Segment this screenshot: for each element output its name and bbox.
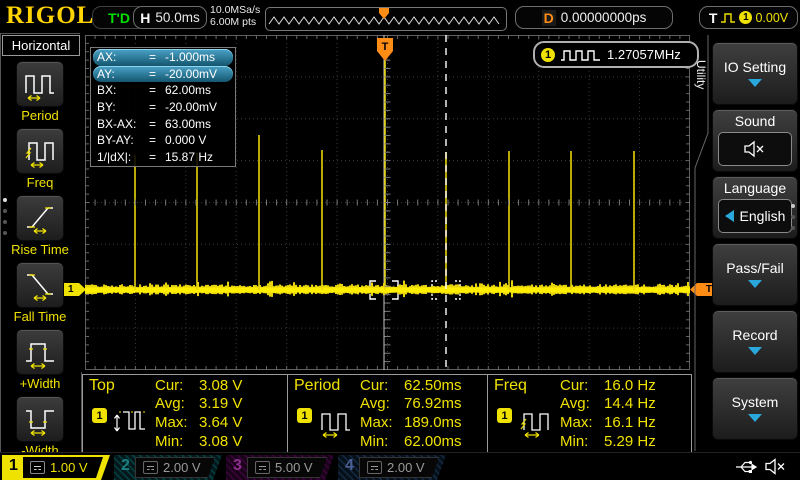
- right-page-dot-2: [791, 215, 795, 219]
- left-page-dot-4: [3, 231, 7, 235]
- trigger-status-text: T'D: [108, 10, 130, 26]
- channel-1-indicator[interactable]: 1 1.00 V: [2, 455, 110, 480]
- freq-measure-icon: [516, 403, 556, 441]
- measurement-box-top: Top 1 Cur:3.08 V Avg:3.19 V Max:3.64 V M…: [82, 374, 289, 453]
- chevron-down-icon: [748, 79, 762, 87]
- measurement-values: Cur:16.0 Hz Avg:14.4 Hz Max:16.1 Hz Min:…: [560, 376, 656, 450]
- usb-icon: [734, 458, 760, 476]
- channel-badge: 1: [497, 408, 512, 423]
- left-page-dot-2: [3, 209, 7, 213]
- hardware-frequency-counter: 1 1.27057MHz: [533, 41, 699, 68]
- chevron-left-icon: [725, 210, 734, 222]
- menu-item-period[interactable]: Period: [1, 61, 79, 123]
- h-label: H: [140, 10, 150, 26]
- rise-time-icon: [23, 201, 57, 235]
- top-measure-icon: [111, 403, 151, 441]
- channel-badge: 1: [92, 408, 107, 423]
- plus-width-icon: [23, 335, 57, 369]
- timebase-indicator: H 50.0ms: [133, 6, 207, 29]
- left-page-dot-1: [3, 198, 7, 202]
- measurement-box-period: Period 1 Cur:62.50ms Avg:76.92ms Max:189…: [287, 374, 492, 453]
- cursor-row-bxax: BX-AX:= 63.00ms: [93, 115, 233, 132]
- trigger-position-marker[interactable]: T: [377, 38, 393, 61]
- chevron-down-icon: [748, 414, 762, 422]
- menu-item-pos-width[interactable]: +Width: [1, 329, 79, 391]
- minus-width-icon: [23, 402, 57, 436]
- channel-3-scale: 5.00 V: [247, 457, 327, 478]
- cursor-row-byay: BY-AY:= 0.000 V: [93, 132, 233, 149]
- menu-item-freq[interactable]: Freq: [1, 128, 79, 190]
- cursor-row-by: BY:= -20.00mV: [93, 99, 233, 116]
- left-page-dot-3: [3, 220, 7, 224]
- trigger-edge-icon: [720, 11, 736, 24]
- measurement-values: Cur:3.08 V Avg:3.19 V Max:3.64 V Min:3.0…: [155, 376, 242, 450]
- channel-badge: 1: [297, 408, 312, 423]
- sample-rate: 10.0MSa/s: [210, 4, 260, 16]
- dc-coupling-icon: [367, 461, 382, 474]
- timebase-value: 50.0ms: [155, 10, 199, 25]
- language-select[interactable]: English: [718, 199, 792, 233]
- memory-depth: 6.00M pts: [210, 16, 260, 28]
- channel-3-indicator[interactable]: 3 5.00 V: [226, 455, 334, 480]
- trigger-info-box: T 1 0.00V: [699, 6, 798, 29]
- record-button[interactable]: Record: [712, 310, 798, 373]
- language-value: English: [740, 208, 786, 224]
- chevron-down-icon: [748, 280, 762, 288]
- sound-button[interactable]: Sound: [712, 109, 798, 172]
- delay-value: 0.00000000ps: [561, 10, 647, 25]
- counter-value: 1.27057MHz: [607, 47, 681, 62]
- right-page-dot-3: [791, 226, 795, 230]
- dc-coupling-icon: [30, 461, 45, 474]
- cursor-readout-panel: AX:= -1.000ms AY:= -20.00mV BX:= 62.00ms…: [90, 47, 236, 167]
- menu-item-rise-time[interactable]: Rise Time: [1, 195, 79, 257]
- measurement-box-freq: Freq 1 Cur:16.0 Hz Avg:14.4 Hz Max:16.1 …: [487, 374, 692, 453]
- io-setting-button[interactable]: IO Setting: [712, 42, 798, 105]
- speaker-muted-icon: [764, 457, 788, 476]
- counter-channel-badge: 1: [541, 48, 555, 62]
- dc-coupling-icon: [255, 461, 270, 474]
- channel-4-indicator[interactable]: 4 2.00 V: [338, 455, 446, 480]
- freq-icon: [23, 134, 57, 168]
- rigol-logo: RIGOL: [6, 2, 94, 30]
- delay-label: D: [542, 10, 556, 26]
- period-measure-icon: [316, 403, 356, 441]
- svg-text:T: T: [382, 41, 389, 53]
- measurement-values: Cur:62.50ms Avg:76.92ms Max:189.0ms Min:…: [360, 376, 462, 450]
- channel-1-scale: 1.00 V: [23, 457, 103, 478]
- channel-4-scale: 2.00 V: [359, 457, 439, 478]
- square-wave-icon: [560, 47, 602, 62]
- chevron-down-icon: [748, 347, 762, 355]
- language-button[interactable]: Language English: [712, 176, 798, 239]
- waveform-preview-bar[interactable]: [265, 7, 507, 31]
- period-icon: [23, 67, 57, 101]
- cursor-row-ay: AY:= -20.00mV: [93, 66, 233, 83]
- oscilloscope-screen: RIGOL T'D H 50.0ms 10.0MSa/s 6.00M pts D…: [0, 0, 800, 480]
- right-page-dot-1: [791, 204, 795, 208]
- trigger-source-badge: 1: [739, 11, 752, 24]
- cursor-row-ax: AX:= -1.000ms: [93, 49, 233, 66]
- delay-indicator: D 0.00000000ps: [515, 6, 673, 29]
- trigger-level-value: 0.00V: [755, 11, 788, 25]
- utility-tab-outline: [692, 33, 712, 453]
- speaker-muted-icon: [742, 140, 768, 158]
- cursor-row-bx: BX:= 62.00ms: [93, 82, 233, 99]
- trigger-t-label: T: [709, 10, 718, 26]
- sound-toggle[interactable]: [718, 132, 792, 166]
- acquisition-info: 10.0MSa/s 6.00M pts: [210, 4, 260, 28]
- cursor-row-invdx: 1/|dX|:= 15.87 Hz: [93, 149, 233, 166]
- menu-item-neg-width[interactable]: -Width: [1, 396, 79, 458]
- system-button[interactable]: System: [712, 377, 798, 440]
- left-menu-title: Horizontal: [2, 35, 80, 56]
- channel-status-bar: 1 1.00 V 2 2.00 V 3 5.00 V 4 2.0: [0, 452, 800, 480]
- channel-2-indicator[interactable]: 2 2.00 V: [114, 455, 222, 480]
- dc-coupling-icon: [143, 461, 158, 474]
- fall-time-icon: [23, 268, 57, 302]
- pass-fail-button[interactable]: Pass/Fail: [712, 243, 798, 306]
- horizontal-measure-menu: Horizontal Period Freq Rise Time: [0, 33, 82, 455]
- channel-2-scale: 2.00 V: [135, 457, 215, 478]
